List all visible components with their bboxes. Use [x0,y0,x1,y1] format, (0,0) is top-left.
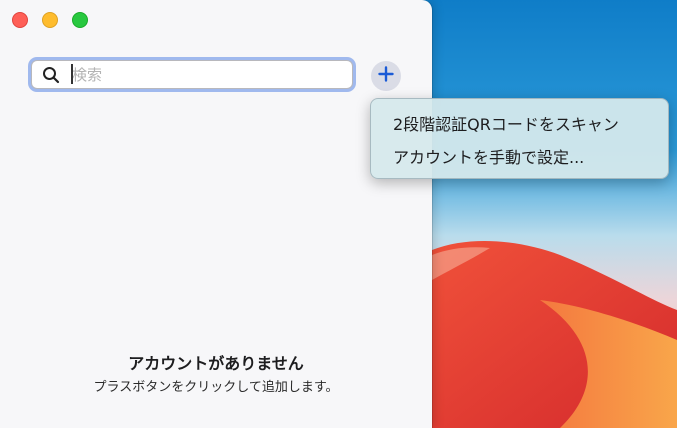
app-window: アカウントがありません プラスボタンをクリックして追加します。 [0,0,432,428]
add-account-button[interactable] [371,61,401,91]
menu-item-scan-qr[interactable]: 2段階認証QRコードをスキャン [393,111,619,135]
minimize-window-button[interactable] [42,12,58,28]
plus-icon [378,66,394,86]
empty-state-title: アカウントがありません [128,354,304,373]
search-field[interactable] [31,60,353,89]
text-caret [71,64,73,84]
zoom-window-button[interactable] [72,12,88,28]
search-icon [42,66,60,84]
menu-item-manual-setup[interactable]: アカウントを手動で設定... [393,144,584,168]
search-input[interactable] [72,64,342,85]
add-account-menu: 2段階認証QRコードをスキャン アカウントを手動で設定... [370,98,669,179]
empty-state-subtitle: プラスボタンをクリックして追加します。 [93,380,339,395]
close-window-button[interactable] [12,12,28,28]
